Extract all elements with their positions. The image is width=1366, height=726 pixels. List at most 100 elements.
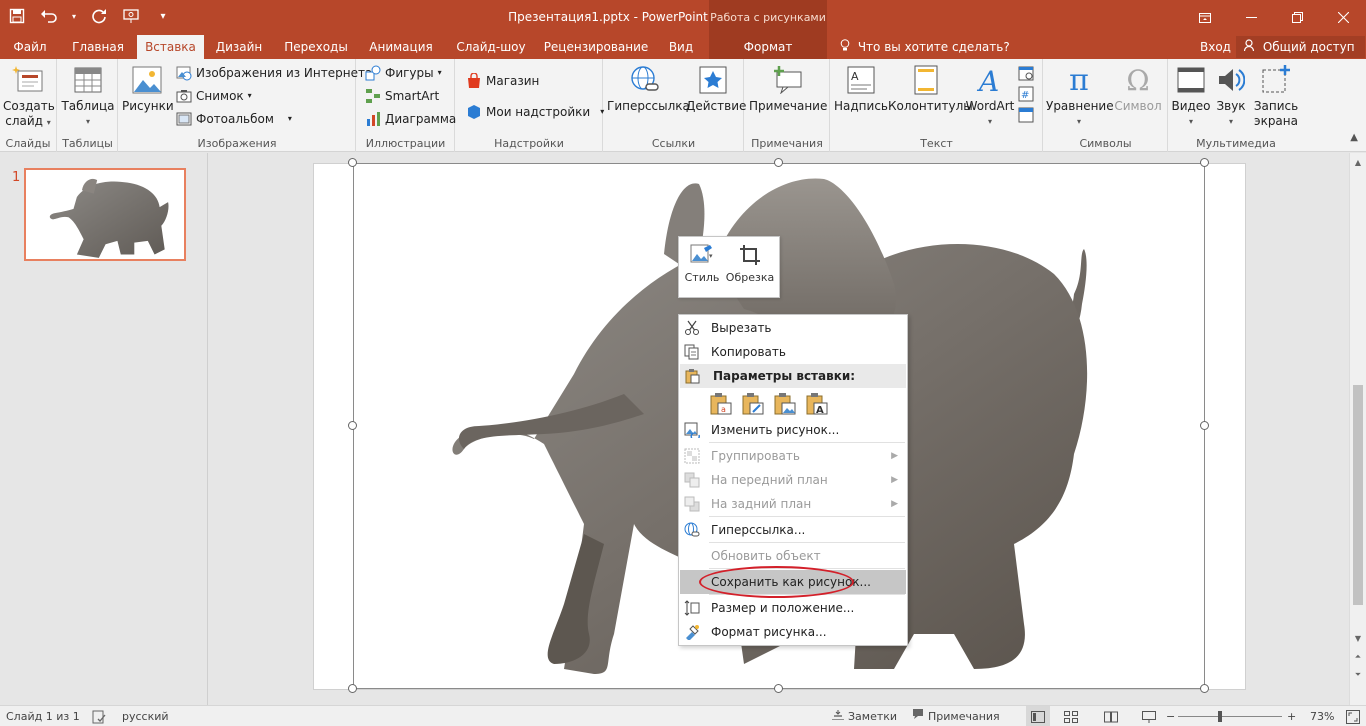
- paste-keep-source-formatting-icon[interactable]: [741, 392, 765, 416]
- tab-file[interactable]: Файл: [0, 35, 60, 59]
- share-button[interactable]: Общий доступ: [1236, 36, 1365, 58]
- paste-text-only-icon[interactable]: A: [805, 392, 829, 416]
- zoom-out-icon[interactable]: −: [1166, 706, 1175, 726]
- close-icon[interactable]: [1320, 0, 1366, 35]
- notes-label: Заметки: [848, 710, 898, 723]
- omega-icon: Ω: [1126, 63, 1150, 97]
- camera-icon: [176, 88, 192, 104]
- action-button[interactable]: Действие: [686, 63, 746, 114]
- tell-me-box[interactable]: Что вы хотите сделать?: [840, 35, 1010, 59]
- slideshow-view-button[interactable]: [1142, 706, 1156, 726]
- my-addins-button[interactable]: Мои надстройки ▾: [466, 102, 604, 122]
- comment-button[interactable]: Примечание: [749, 63, 827, 114]
- language-indicator[interactable]: русский: [122, 706, 169, 726]
- menu-item-copy[interactable]: Копировать: [680, 340, 906, 364]
- screen-recording-button[interactable]: Запись экрана: [1251, 63, 1301, 129]
- menu-item-change-picture[interactable]: Изменить рисунок...: [680, 418, 906, 442]
- date-time-button[interactable]: [1018, 63, 1034, 83]
- normal-view-button[interactable]: [1026, 706, 1050, 726]
- resize-handle-top-right[interactable]: [1200, 158, 1209, 167]
- photo-album-button[interactable]: Фотоальбом ▾: [176, 109, 292, 129]
- redo-icon[interactable]: [88, 5, 110, 27]
- screenshot-button[interactable]: Снимок ▾: [176, 86, 252, 106]
- header-footer-button[interactable]: Колонтитулы: [888, 63, 973, 114]
- hyperlink-button[interactable]: Гиперссылка: [607, 63, 690, 114]
- menu-item-format-picture[interactable]: Формат рисунка...: [680, 620, 906, 644]
- tab-review[interactable]: Рецензирование: [540, 35, 652, 59]
- tab-transitions[interactable]: Переходы: [278, 35, 354, 59]
- textbox-button[interactable]: A Надпись: [833, 63, 889, 114]
- smartart-button[interactable]: SmartArt: [365, 86, 439, 106]
- style-button[interactable]: ▾ Стиль: [683, 243, 721, 284]
- zoom-slider-knob[interactable]: [1218, 711, 1222, 722]
- paste-options-row: a A: [709, 392, 829, 418]
- resize-handle-right[interactable]: [1200, 421, 1209, 430]
- object-button[interactable]: [1018, 105, 1034, 125]
- slide-thumbnail[interactable]: [24, 168, 186, 261]
- store-button[interactable]: Магазин: [466, 71, 539, 91]
- zoom-level[interactable]: 73%: [1310, 706, 1334, 726]
- spellcheck-icon[interactable]: [92, 706, 106, 726]
- crop-button[interactable]: Обрезка: [725, 243, 775, 284]
- symbol-button[interactable]: Ω Символ: [1110, 63, 1166, 114]
- vertical-scrollbar[interactable]: ▲ ▼ ⏶ ⏷: [1349, 153, 1366, 705]
- resize-handle-bottom-right[interactable]: [1200, 684, 1209, 693]
- table-button[interactable]: Таблица ▾: [61, 63, 115, 129]
- minimize-icon[interactable]: [1228, 0, 1274, 35]
- slide-number-button[interactable]: #: [1018, 84, 1034, 104]
- resize-handle-bottom-left[interactable]: [348, 684, 357, 693]
- audio-button[interactable]: Звук ▾: [1213, 63, 1249, 129]
- menu-item-size-position[interactable]: Размер и положение...: [680, 596, 906, 620]
- equation-button[interactable]: π Уравнение ▾: [1046, 63, 1114, 129]
- resize-handle-bottom[interactable]: [774, 684, 783, 693]
- fit-slide-icon[interactable]: [1346, 706, 1360, 726]
- next-slide-icon[interactable]: ⏷: [1350, 667, 1366, 683]
- paste-picture-icon[interactable]: [773, 392, 797, 416]
- customize-qat-icon[interactable]: ▾: [152, 5, 174, 27]
- tab-format[interactable]: Формат: [709, 35, 827, 59]
- resize-handle-left[interactable]: [348, 421, 357, 430]
- resize-handle-top[interactable]: [774, 158, 783, 167]
- collapse-ribbon-icon[interactable]: ▲: [1350, 132, 1358, 143]
- wordart-icon: A: [973, 63, 1007, 97]
- wordart-button[interactable]: A WordArt ▾: [965, 63, 1015, 129]
- tab-design[interactable]: Дизайн: [208, 35, 270, 59]
- online-pictures-button[interactable]: Изображения из Интернета: [176, 63, 372, 83]
- video-button[interactable]: Видео ▾: [1171, 63, 1211, 129]
- zoom-slider[interactable]: [1178, 711, 1282, 722]
- comments-button[interactable]: Примечания: [912, 706, 1000, 726]
- previous-slide-icon[interactable]: ⏶: [1350, 649, 1366, 665]
- undo-dropdown-icon[interactable]: ▾: [70, 5, 78, 27]
- slide-sorter-button[interactable]: [1064, 706, 1078, 726]
- mini-toolbar: ▾ Стиль Обрезка: [678, 236, 780, 298]
- title-bar: ▾ ▾ Презентация1.pptx - PowerPoint: [0, 0, 1366, 35]
- new-slide-button[interactable]: Создать слайд ▾: [3, 63, 55, 130]
- undo-icon[interactable]: [38, 5, 60, 27]
- reading-view-button[interactable]: [1104, 706, 1118, 726]
- menu-item-send-to-back: На задний план ▶: [680, 492, 906, 516]
- signin-link[interactable]: Вход: [1200, 35, 1231, 59]
- pictures-button[interactable]: Рисунки: [122, 63, 174, 114]
- tab-slideshow[interactable]: Слайд-шоу: [450, 35, 532, 59]
- scroll-up-icon[interactable]: ▲: [1350, 155, 1366, 171]
- tab-animations[interactable]: Анимация: [362, 35, 440, 59]
- ribbon-display-options-icon[interactable]: [1182, 0, 1228, 35]
- chart-button[interactable]: Диаграмма: [365, 109, 456, 129]
- menu-item-cut[interactable]: Вырезать: [680, 316, 906, 340]
- tab-home[interactable]: Главная: [63, 35, 133, 59]
- resize-handle-top-left[interactable]: [348, 158, 357, 167]
- scroll-down-icon[interactable]: ▼: [1350, 631, 1366, 647]
- tab-insert[interactable]: Вставка: [137, 35, 204, 59]
- menu-item-hyperlink[interactable]: Гиперссылка...: [680, 518, 906, 542]
- tab-view[interactable]: Вид: [660, 35, 702, 59]
- restore-icon[interactable]: [1274, 0, 1320, 35]
- scrollbar-thumb[interactable]: [1353, 385, 1363, 605]
- save-icon[interactable]: [6, 5, 28, 27]
- menu-item-save-as-picture[interactable]: Сохранить как рисунок...: [680, 570, 906, 594]
- notes-button[interactable]: Заметки: [832, 706, 897, 726]
- zoom-in-icon[interactable]: +: [1287, 706, 1296, 726]
- shapes-button[interactable]: Фигуры ▾: [365, 63, 442, 83]
- start-slideshow-icon[interactable]: [120, 5, 142, 27]
- comments-status-icon: [912, 706, 924, 726]
- paste-use-destination-theme-icon[interactable]: a: [709, 392, 733, 416]
